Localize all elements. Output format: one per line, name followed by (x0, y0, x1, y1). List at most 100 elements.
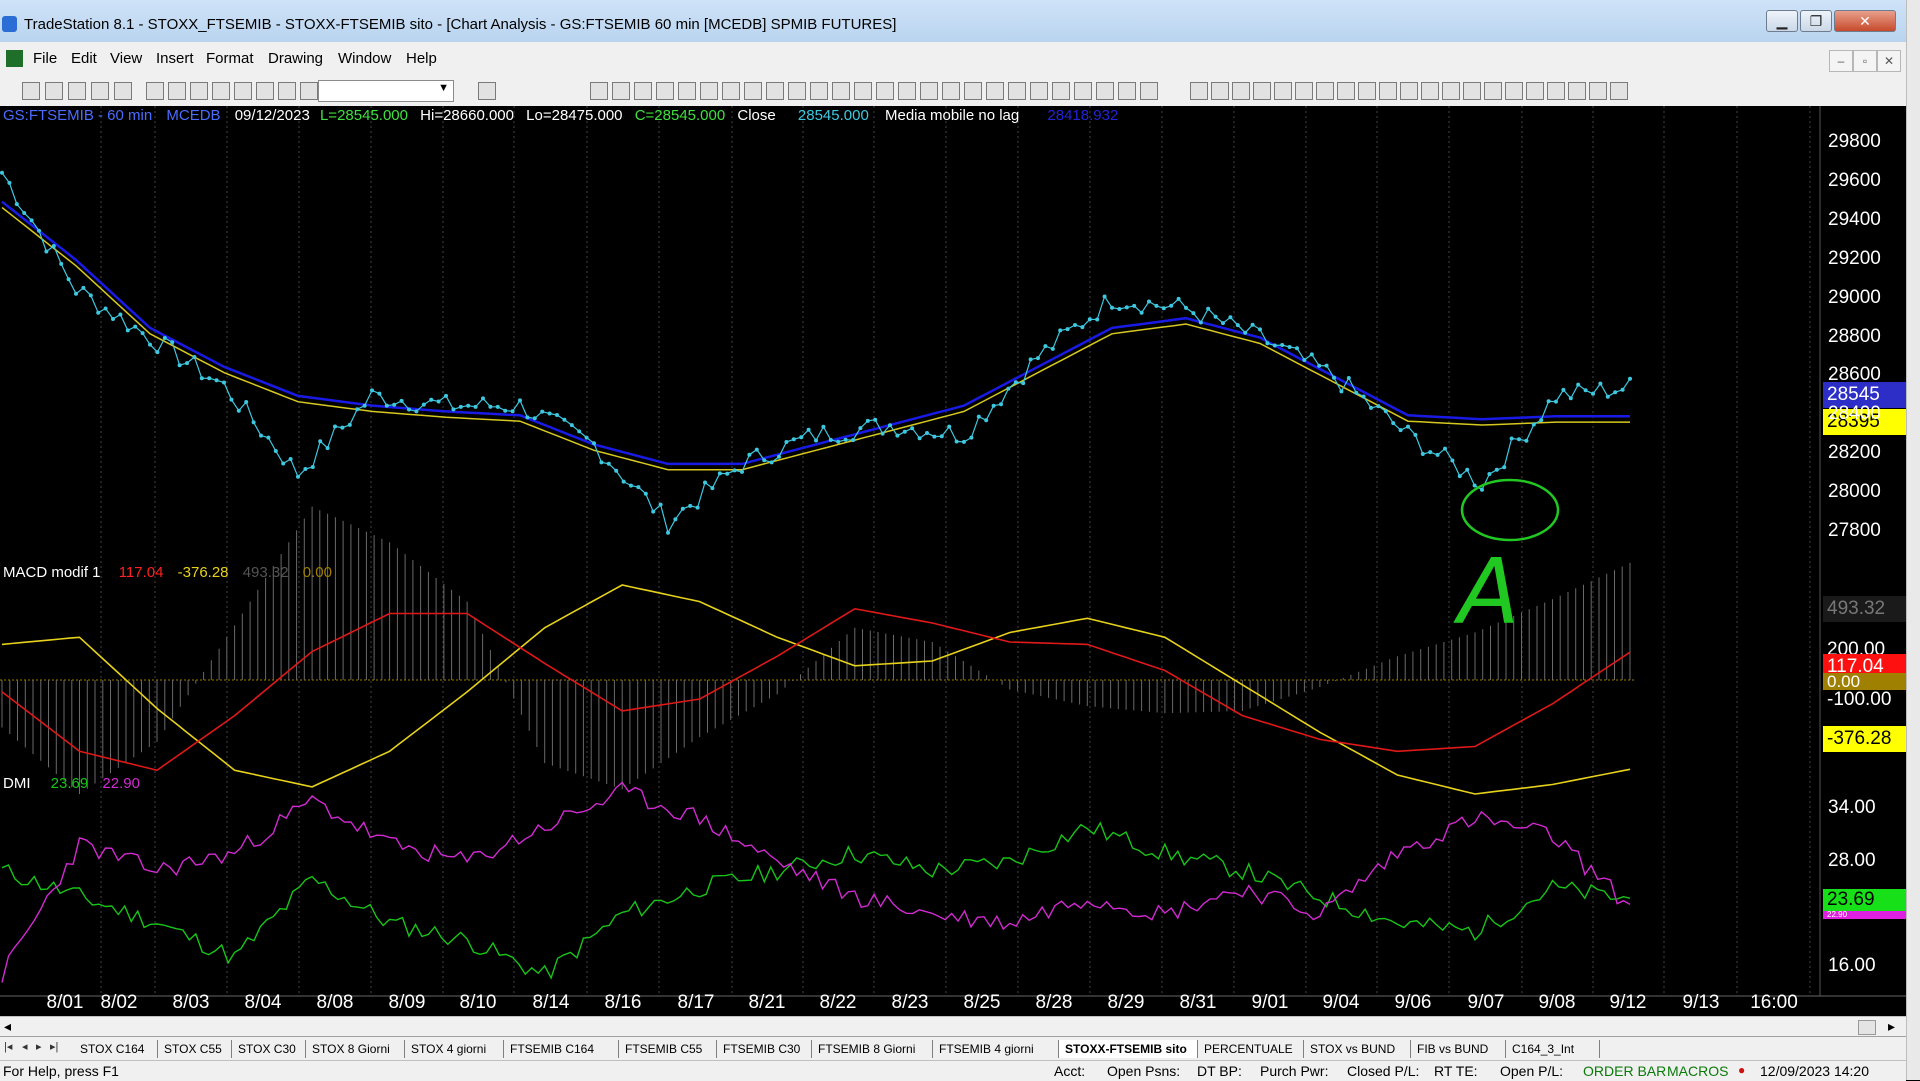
toolbar-tool-icon[interactable] (45, 82, 63, 100)
macros-button[interactable]: MACROS (1667, 1063, 1728, 1079)
toolbar-tool-icon[interactable] (700, 82, 718, 100)
tab-stox-c55[interactable]: STOX C55 (158, 1040, 232, 1058)
toolbar-tool-icon[interactable] (898, 82, 916, 100)
toolbar-tool-icon[interactable] (22, 82, 40, 100)
scroll-thumb[interactable] (1858, 1020, 1876, 1035)
toolbar-tool-icon[interactable] (1190, 82, 1208, 100)
desktop-vertical-scrollbar[interactable] (1906, 0, 1920, 1080)
scroll-left-icon[interactable]: ◂ (4, 1018, 11, 1035)
toolbar-tool-icon[interactable] (114, 82, 132, 100)
tab-c164-3-int[interactable]: C164_3_Int (1506, 1040, 1600, 1058)
tab-ftsemib-4-giorni[interactable]: FTSEMIB 4 giorni (933, 1040, 1059, 1058)
toolbar-tool-icon[interactable] (212, 82, 230, 100)
toolbar-tool-icon[interactable] (1547, 82, 1565, 100)
menu-help[interactable]: Help (406, 50, 437, 67)
tab-stox-c30[interactable]: STOX C30 (232, 1040, 306, 1058)
toolbar-tool-icon[interactable] (612, 82, 630, 100)
menu-edit[interactable]: Edit (71, 50, 97, 67)
toolbar-tool-icon[interactable] (1253, 82, 1271, 100)
toolbar-tool-icon[interactable] (656, 82, 674, 100)
toolbar-tool-icon[interactable] (1008, 82, 1026, 100)
symbol-combo-box[interactable]: ▼ (318, 80, 454, 102)
chart-canvas[interactable] (0, 106, 1906, 1016)
toolbar-tool-icon[interactable] (256, 82, 274, 100)
window-close-button[interactable]: ✕ (1834, 10, 1896, 32)
toolbar-tool-icon[interactable] (1463, 82, 1481, 100)
toolbar-tool-icon[interactable] (1096, 82, 1114, 100)
mdi-minimize-button[interactable]: – (1829, 50, 1853, 72)
menu-window[interactable]: Window (338, 50, 391, 67)
toolbar-tool-icon[interactable] (1337, 82, 1355, 100)
toolbar-tool-icon[interactable] (634, 82, 652, 100)
toolbar-tool-icon[interactable] (788, 82, 806, 100)
toolbar-tool-icon[interactable] (942, 82, 960, 100)
tab-ftsemib-8-giorni[interactable]: FTSEMIB 8 Giorni (812, 1040, 933, 1058)
toolbar-tool-icon[interactable] (920, 82, 938, 100)
toolbar-tool-icon[interactable] (1211, 82, 1229, 100)
tradestation-app-icon[interactable] (2, 16, 17, 32)
toolbar-tool-icon[interactable] (1568, 82, 1586, 100)
toolbar-tool-icon[interactable] (1610, 82, 1628, 100)
toolbar-tool-icon[interactable] (1484, 82, 1502, 100)
toolbar-tool-icon[interactable] (1232, 82, 1250, 100)
tab-percentuale[interactable]: PERCENTUALE (1198, 1040, 1304, 1058)
chart-window-icon[interactable] (6, 50, 23, 67)
toolbar-tool-icon[interactable] (1526, 82, 1544, 100)
toolbar-tool-icon[interactable] (1421, 82, 1439, 100)
tab-ftsemib-c30[interactable]: FTSEMIB C30 (717, 1040, 812, 1058)
toolbar-tool-icon[interactable] (234, 82, 252, 100)
toolbar-tool-icon[interactable] (1140, 82, 1158, 100)
toolbar-tool-icon[interactable] (146, 82, 164, 100)
order-bar-button[interactable]: ORDER BAR (1583, 1063, 1666, 1079)
toolbar-tool-icon[interactable] (678, 82, 696, 100)
toolbar-tool-icon[interactable] (190, 82, 208, 100)
toolbar-tool-icon[interactable] (68, 82, 86, 100)
toolbar-tool-icon[interactable] (1118, 82, 1136, 100)
tab-ftsemib-c55[interactable]: FTSEMIB C55 (619, 1040, 717, 1058)
toolbar-tool-icon[interactable] (744, 82, 762, 100)
scroll-right-icon[interactable]: ▸ (1888, 1018, 1895, 1035)
toolbar-tool-icon[interactable] (832, 82, 850, 100)
toolbar-tool-icon[interactable] (91, 82, 109, 100)
toolbar-tool-icon[interactable] (876, 82, 894, 100)
toolbar-tool-icon[interactable] (590, 82, 608, 100)
tab-stox-vs-bund[interactable]: STOX vs BUND (1304, 1040, 1411, 1058)
menu-drawing[interactable]: Drawing (268, 50, 323, 67)
toolbar-tool-icon[interactable] (1589, 82, 1607, 100)
toolbar-tool-icon[interactable] (478, 82, 496, 100)
toolbar-tool-icon[interactable] (278, 82, 296, 100)
tab-ftsemib-c164[interactable]: FTSEMIB C164 (504, 1040, 619, 1058)
chevron-down-icon[interactable]: ▼ (438, 82, 449, 94)
toolbar-tool-icon[interactable] (1074, 82, 1092, 100)
horizontal-scrollbar[interactable]: ◂ ▸ (0, 1016, 1906, 1037)
toolbar-tool-icon[interactable] (1400, 82, 1418, 100)
tab-stoxx-ftsemib-sito[interactable]: STOXX-FTSEMIB sito (1059, 1040, 1198, 1058)
toolbar-tool-icon[interactable] (1316, 82, 1334, 100)
menu-view[interactable]: View (110, 50, 142, 67)
menu-file[interactable]: File (33, 50, 57, 67)
tab-stox-c164[interactable]: STOX C164 (74, 1040, 158, 1058)
toolbar-tool-icon[interactable] (1442, 82, 1460, 100)
toolbar-tool-icon[interactable] (300, 82, 318, 100)
mdi-close-button[interactable]: ✕ (1877, 50, 1901, 72)
toolbar-tool-icon[interactable] (964, 82, 982, 100)
toolbar-tool-icon[interactable] (766, 82, 784, 100)
toolbar-tool-icon[interactable] (810, 82, 828, 100)
toolbar-tool-icon[interactable] (168, 82, 186, 100)
tab-nav-last-icon[interactable]: ▸| (50, 1040, 58, 1053)
menu-insert[interactable]: Insert (156, 50, 194, 67)
toolbar-tool-icon[interactable] (986, 82, 1004, 100)
tab-fib-vs-bund[interactable]: FIB vs BUND (1411, 1040, 1506, 1058)
toolbar-tool-icon[interactable] (722, 82, 740, 100)
tab-stox-8-giorni[interactable]: STOX 8 Giorni (306, 1040, 405, 1058)
tab-stox-4-giorni[interactable]: STOX 4 giorni (405, 1040, 504, 1058)
toolbar-tool-icon[interactable] (1379, 82, 1397, 100)
menu-format[interactable]: Format (206, 50, 254, 67)
toolbar-tool-icon[interactable] (1030, 82, 1048, 100)
toolbar-tool-icon[interactable] (1295, 82, 1313, 100)
toolbar-tool-icon[interactable] (854, 82, 872, 100)
window-maximize-button[interactable]: ❐ (1800, 10, 1832, 32)
mdi-restore-button[interactable]: ▫ (1853, 50, 1877, 72)
toolbar-tool-icon[interactable] (1505, 82, 1523, 100)
window-minimize-button[interactable]: ▁ (1766, 10, 1798, 32)
